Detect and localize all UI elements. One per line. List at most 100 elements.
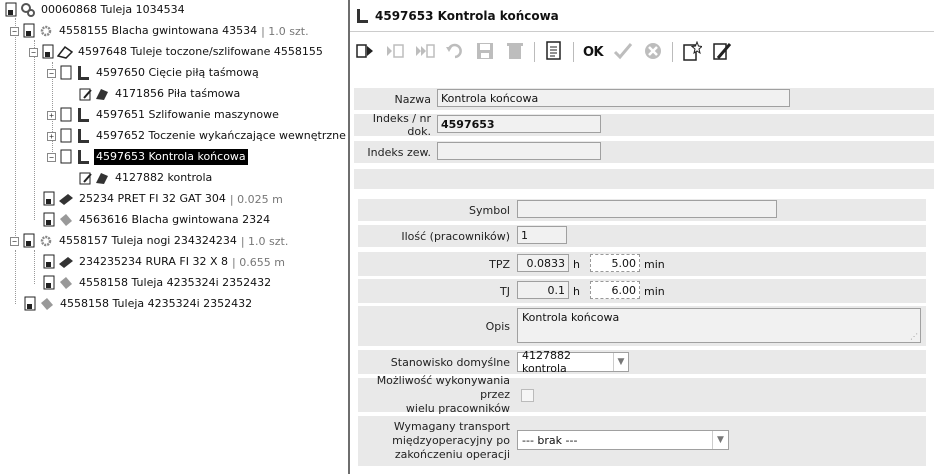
tree-node-label: 25234 PRET FI 32 GAT 304 [79,192,226,205]
opis-label: Opis [358,306,514,346]
ok-label: OK [582,44,604,60]
tree-node-selected[interactable]: − 4597653 Kontrola końcowa [47,148,248,166]
mozliwosc-checkbox[interactable] [521,389,534,402]
toolbar-separator [672,42,673,62]
collapse-toggle[interactable]: − [10,26,19,36]
tree-node[interactable]: + 4597652 Toczenie wykańczające wewnętrz… [47,127,348,145]
tree-node[interactable]: 25234 PRET FI 32 GAT 304 | 0.025 m [42,190,283,208]
delete-button[interactable] [504,41,526,63]
tree-node-label: 4597651 Szlifowanie maszynowe [96,108,279,121]
edit-document-icon [78,170,94,186]
next-record-button[interactable] [354,41,376,63]
tree-node-label: 4597652 Toczenie wykańczające wewnętrzne [96,129,346,142]
new-record-button[interactable] [384,41,406,63]
tree-node[interactable]: − 4597650 Cięcie piłą taśmową [47,64,261,82]
stanowisko-select[interactable]: 4127882 kontrola ▼ [517,349,629,375]
collapse-toggle[interactable]: − [10,236,19,246]
lock-document-icon [23,296,39,312]
tj-minutes-field[interactable] [589,281,640,299]
tree-node[interactable]: 4558158 Tuleja 4235324i 2352432 [23,295,254,313]
tree-node-quantity: | 1.0 szt. [261,24,309,38]
indeks-zew-row: Indeks zew. [354,141,934,163]
part-icon [39,296,55,312]
fast-forward-button[interactable] [414,41,436,63]
tpz-minutes-unit: min [643,257,665,271]
collapse-toggle[interactable]: − [29,47,38,57]
tree-node[interactable]: 00060868 Tuleja 1034534 [4,1,187,19]
mozliwosc-label: Możliwość wykonywania przez wielu pracow… [358,374,514,415]
tree-node[interactable]: 4558158 Tuleja 4235324i 2352432 [42,274,273,292]
tree-node[interactable]: 234235234 RURA FI 32 X 8 | 0.655 m [42,253,285,271]
expand-toggle[interactable]: + [47,110,56,120]
opis-field[interactable]: Kontrola końcowa ⋰ [517,308,921,343]
opis-row: Opis Kontrola końcowa ⋰ [358,306,926,346]
tree-node[interactable]: 4563616 Blacha gwintowana 2324 [42,211,272,229]
ilosc-row: Ilość (pracowników) [358,225,926,247]
tree-node[interactable]: 4171856 Piła taśmowa [78,85,242,103]
part-icon [58,212,74,228]
tree-node-label: 4558158 Tuleja 4235324i 2352432 [60,297,253,310]
operation-icon [354,8,370,24]
indeks-field[interactable] [437,115,601,133]
document-button[interactable] [543,40,565,63]
ok-button[interactable]: OK [582,41,604,63]
tree-node-label: 4558157 Tuleja nogi 234324234 [59,234,237,247]
tree-node[interactable]: 4127882 kontrola [78,169,214,187]
tree-node-label: 00060868 Tuleja 1034534 [41,3,185,16]
confirm-button[interactable] [612,41,634,63]
stanowisko-row: Stanowisko domyślne 4127882 kontrola ▼ [358,349,926,375]
fast-forward-icon [415,41,435,64]
tree-node[interactable]: − 4597648 Tuleje toczone/szlifowane 4558… [29,43,325,61]
tpz-row: TPZ h min [358,252,926,276]
edit-button[interactable] [711,41,733,63]
tree-node-label: 4597653 Kontrola końcowa [94,149,248,165]
tj-hours-field[interactable] [517,281,569,299]
resize-grip-icon[interactable]: ⋰ [910,332,918,341]
undo-button[interactable] [444,41,466,63]
indeks-zew-field[interactable] [437,142,601,160]
tree-node[interactable]: − 4558155 Blacha gwintowana 43534 | 1.0 … [10,22,309,40]
document-icon [59,128,75,144]
lock-document-icon [4,2,20,18]
lock-document-icon [42,212,58,228]
collapse-toggle[interactable]: − [47,68,56,78]
expand-toggle[interactable]: + [47,131,56,141]
material-icon [58,191,74,207]
lock-document-icon [42,191,58,207]
indeks-row: Indeks / nr dok. [354,112,934,138]
collapse-toggle[interactable]: − [47,152,56,162]
toolbar-separator [573,42,574,62]
tj-label: TJ [358,279,514,303]
symbol-row: Symbol [358,199,926,221]
tree-node-label: 4558158 Tuleja 4235324i 2352432 [79,276,272,289]
tree-node[interactable]: + 4597651 Szlifowanie maszynowe [47,106,281,124]
transport-label: Wymagany transport międzyoperacyjny po z… [358,416,514,466]
cancel-icon [643,41,663,64]
tpz-minutes-field[interactable] [589,254,640,272]
undo-icon [445,41,465,64]
chevron-down-icon: ▼ [712,431,728,449]
lock-document-icon [42,275,58,291]
tree-node-label: 4597650 Cięcie piłą taśmową [96,66,259,79]
transport-row: Wymagany transport międzyoperacyjny po z… [358,416,926,466]
lock-document-icon [22,233,38,249]
transport-select[interactable]: --- brak --- ▼ [517,430,729,450]
checkmark-icon [613,41,633,64]
tpz-hours-field[interactable] [517,254,569,272]
tree-node[interactable]: − 4558157 Tuleja nogi 234324234 | 1.0 sz… [10,232,288,250]
mozliwosc-row: Możliwość wykonywania przez wielu pracow… [358,374,926,415]
cancel-button[interactable] [642,41,664,63]
lock-document-icon [42,254,58,270]
tj-row: TJ h min [358,279,926,303]
page-title: 4597653 Kontrola końcowa [375,8,559,23]
nazwa-field[interactable] [437,89,790,107]
save-button[interactable] [474,41,496,63]
new-star-button[interactable] [681,40,704,63]
ilosc-field[interactable] [517,226,567,244]
gear-icon [38,23,54,39]
gear-icon [38,233,54,249]
section-divider [354,169,934,189]
symbol-field[interactable] [517,200,777,218]
toolbar: OK [350,32,934,72]
gears-icon [20,2,36,18]
